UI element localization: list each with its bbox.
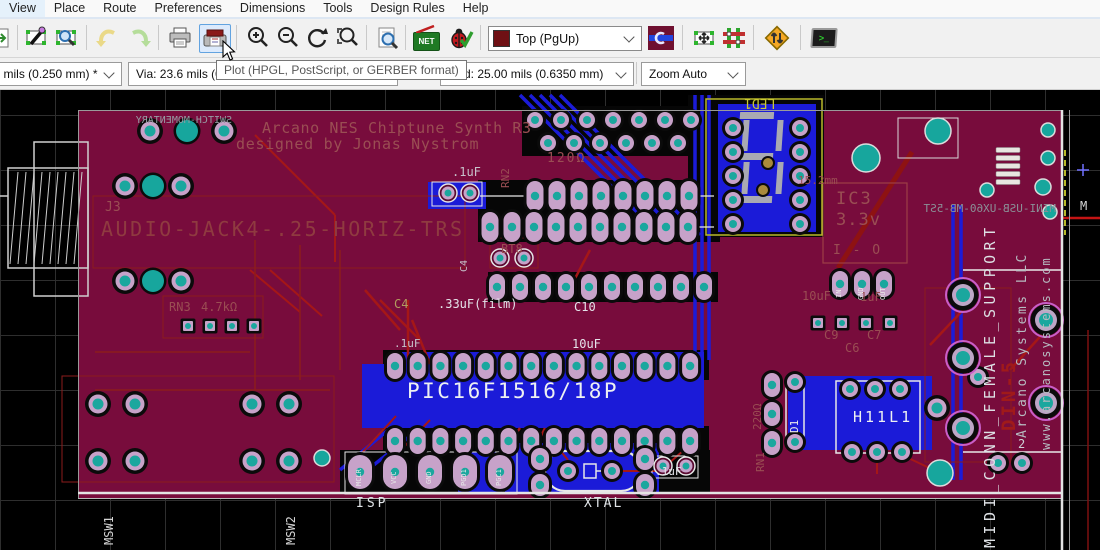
zoom-in-icon[interactable]	[244, 24, 271, 51]
console-icon-glyph: >_	[818, 33, 829, 43]
open-board-icon[interactable]	[0, 24, 13, 51]
toolbar-separator	[17, 25, 18, 50]
pcb-canvas[interactable]	[0, 89, 1100, 550]
pcbnew-window: { "menu": {"items": ["View","Place","Rou…	[0, 0, 1100, 550]
undo-icon[interactable]	[93, 24, 120, 51]
redo-icon[interactable]	[126, 24, 153, 51]
zoom-value: Zoom Auto	[642, 67, 711, 81]
find-icon[interactable]	[374, 24, 401, 51]
toolbar-separator	[86, 25, 87, 50]
menu-item-tools[interactable]: Tools	[314, 0, 361, 17]
menu-item-view[interactable]: View	[0, 0, 45, 17]
track-mode-icon[interactable]	[720, 24, 747, 51]
zoom-out-icon[interactable]	[274, 24, 301, 51]
track-width-select[interactable]: mils (0.250 mm) *	[0, 62, 122, 86]
layer-color-swatch	[493, 30, 510, 47]
toolbar-separator	[236, 25, 237, 50]
options-toolbar: mils (0.250 mm) * Via: 23.6 mils (0.60 G…	[0, 58, 1100, 90]
footprint-mode-icon[interactable]	[690, 24, 717, 51]
menu-item-place[interactable]: Place	[45, 0, 94, 17]
grid-select[interactable]: Grid: 25.00 mils (0.6350 mm)	[440, 62, 634, 86]
main-toolbar: NET Top (PgUp) >_	[0, 19, 1100, 58]
chevron-down-icon	[615, 67, 626, 78]
zoom-select[interactable]: Zoom Auto	[641, 62, 746, 86]
canvas-marks	[1077, 164, 1089, 176]
module-editor-icon[interactable]	[23, 24, 50, 51]
tooltip: Plot (HPGL, PostScript, or GERBER format…	[216, 60, 467, 80]
footprint-browser-icon[interactable]	[53, 24, 80, 51]
toolbar-separator	[682, 25, 683, 50]
menu-item-dimensions[interactable]: Dimensions	[231, 0, 314, 17]
menu-item-help[interactable]: Help	[454, 0, 498, 17]
chevron-down-icon	[727, 67, 738, 78]
toolbar-separator	[480, 25, 481, 50]
netlist-icon-label: NET	[419, 37, 435, 46]
redraw-icon[interactable]	[304, 24, 331, 51]
menu-item-design-rules[interactable]: Design Rules	[361, 0, 453, 17]
microwave-tools-icon[interactable]	[646, 24, 675, 51]
toolbar-separator	[405, 25, 406, 50]
layer-selector-value: Top (PgUp)	[516, 32, 579, 46]
menu-item-preferences[interactable]: Preferences	[146, 0, 231, 17]
toolbar-separator	[800, 25, 801, 50]
zoom-fit-icon[interactable]	[333, 24, 360, 51]
drc-icon[interactable]	[447, 24, 474, 51]
audio-jack-footprint	[0, 142, 88, 296]
toolbar-separator	[366, 25, 367, 50]
track-width-value: mils (0.250 mm) *	[0, 67, 102, 81]
menu-bar: ViewPlaceRoutePreferencesDimensionsTools…	[0, 0, 1100, 17]
layer-selector[interactable]: Top (PgUp)	[488, 26, 642, 51]
swap-layers-icon[interactable]	[762, 24, 792, 51]
scripting-console-icon[interactable]: >_	[810, 24, 837, 51]
options-separator	[636, 62, 637, 84]
menu-item-route[interactable]: Route	[94, 0, 145, 17]
toolbar-separator	[158, 25, 159, 50]
print-icon[interactable]	[166, 24, 193, 51]
toolbar-separator	[753, 25, 754, 50]
chevron-down-icon	[103, 67, 114, 78]
plot-icon[interactable]	[199, 24, 231, 53]
chevron-down-icon	[623, 31, 634, 42]
netlist-icon[interactable]: NET	[413, 24, 440, 51]
